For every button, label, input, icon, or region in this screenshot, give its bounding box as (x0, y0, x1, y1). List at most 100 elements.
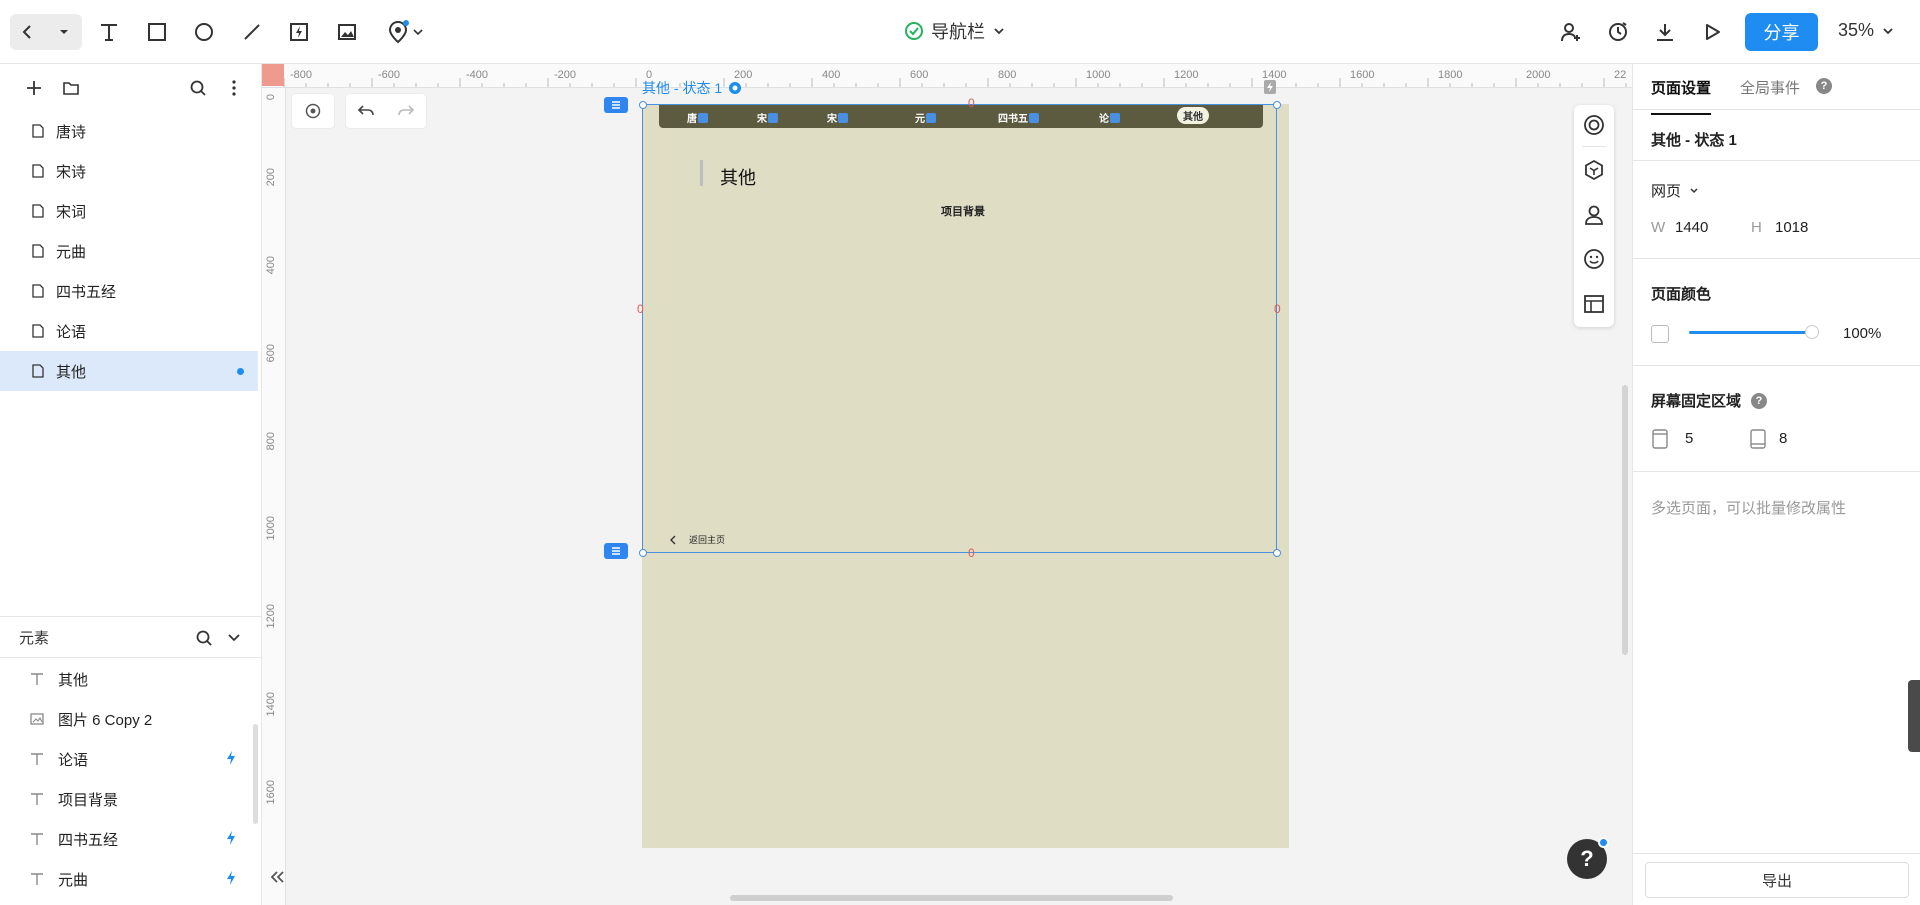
width-input[interactable]: 1440 (1675, 219, 1708, 236)
menu-lines-icon (612, 101, 620, 109)
invite-user-button[interactable] (1559, 20, 1583, 44)
zoom-level: 35% (1838, 20, 1875, 40)
side-widget-handle[interactable] (1908, 680, 1920, 752)
elements-header: 元素 (0, 616, 262, 658)
text-tool-button[interactable] (97, 20, 121, 44)
image-tool-button[interactable] (335, 20, 359, 44)
ellipse-tool-button[interactable] (192, 20, 216, 44)
fixed-area-top-tag[interactable] (604, 97, 628, 113)
help-button[interactable]: ? (1567, 837, 1609, 879)
download-button[interactable] (1653, 20, 1677, 44)
tab-global-events[interactable]: 全局事件 (1740, 77, 1800, 98)
ruler-tick-label: 1000 (1086, 69, 1111, 81)
symbol-library-button[interactable] (1583, 114, 1605, 136)
resize-handle[interactable] (639, 101, 647, 109)
help-mark: ? (1580, 846, 1594, 871)
components-button[interactable] (1583, 159, 1605, 181)
page-item-qita[interactable]: 其他 (0, 351, 258, 391)
page-color-swatch[interactable] (1651, 325, 1669, 343)
element-item[interactable]: 其他 (0, 659, 258, 699)
page-item-songshi[interactable]: 宋诗 (0, 151, 258, 191)
templates-button[interactable] (1583, 293, 1605, 315)
play-icon (1706, 24, 1720, 40)
resize-handle[interactable] (1273, 549, 1281, 557)
element-label: 图片 6 Copy 2 (58, 711, 153, 729)
add-page-button[interactable] (24, 78, 44, 98)
navigation-group (10, 14, 82, 50)
fixed-bottom-input[interactable]: 8 (1779, 430, 1787, 447)
interaction-bolt-icon (227, 831, 235, 845)
spacing-marker: 0 (968, 96, 975, 110)
chevron-down-icon (228, 634, 240, 642)
ruler-corner[interactable] (262, 64, 284, 86)
interaction-tool-button[interactable] (287, 20, 311, 44)
cube-icon (1585, 159, 1603, 181)
frame-label[interactable]: 其他 - 状态 1 (642, 78, 742, 98)
document-title-dropdown[interactable]: 导航栏 (905, 18, 1005, 44)
redo-icon[interactable] (397, 103, 415, 119)
zoom-dropdown[interactable]: 35% (1838, 20, 1894, 41)
share-button[interactable]: 分享 (1745, 13, 1818, 51)
fixed-top-icon (1652, 429, 1668, 449)
more-options-button[interactable] (224, 78, 244, 98)
element-item[interactable]: 四书五经 (0, 819, 258, 859)
help-icon[interactable]: ? (1816, 78, 1832, 94)
document-title: 导航栏 (931, 22, 985, 42)
horizontal-ruler: -800 -600 -400 -200 0 200 400 600 800 10… (262, 64, 1632, 88)
export-button[interactable]: 导出 (1645, 862, 1909, 898)
history-dropdown-button[interactable] (46, 14, 82, 50)
element-item[interactable]: 项目背景 (0, 779, 258, 819)
user-library-button[interactable] (1583, 204, 1605, 226)
opacity-slider[interactable] (1689, 331, 1811, 334)
resize-handle[interactable] (1273, 101, 1281, 109)
page-type-dropdown[interactable]: 网页 (1651, 180, 1699, 201)
page-item-yuanqu[interactable]: 元曲 (0, 231, 258, 271)
search-pages-button[interactable] (188, 78, 208, 98)
opacity-value[interactable]: 100% (1843, 325, 1881, 342)
preview-button[interactable] (1700, 20, 1724, 44)
help-icon[interactable]: ? (1751, 392, 1768, 409)
page-item-tangshi[interactable]: 唐诗 (0, 111, 258, 151)
element-item[interactable]: 元曲 (0, 859, 258, 899)
height-label: H (1751, 219, 1762, 236)
target-button[interactable] (292, 94, 334, 128)
page-icon (32, 124, 44, 138)
annotation-tool-button[interactable] (382, 18, 428, 46)
add-folder-button[interactable] (61, 78, 81, 98)
element-item[interactable]: 论语 (0, 739, 258, 779)
fixed-top-input[interactable]: 5 (1685, 430, 1693, 447)
chevron-down-icon (994, 28, 1004, 35)
collapse-elements-button[interactable] (224, 628, 244, 648)
horizontal-scrollbar[interactable] (730, 895, 1173, 901)
icon-library-button[interactable] (1583, 248, 1605, 270)
divider (1633, 471, 1920, 472)
resize-handle[interactable] (639, 549, 647, 557)
collapse-left-panel-button[interactable] (268, 868, 290, 890)
vertical-scrollbar[interactable] (1622, 385, 1628, 655)
caret-down-icon (60, 30, 68, 34)
height-input[interactable]: 1018 (1775, 219, 1808, 236)
frame-interaction-badge[interactable] (1264, 80, 1276, 94)
element-item[interactable]: 图片 6 Copy 2 (0, 699, 258, 739)
rectangle-tool-button[interactable] (145, 20, 169, 44)
search-elements-button[interactable] (194, 628, 214, 648)
tab-page-settings[interactable]: 页面设置 (1651, 77, 1712, 115)
ruler-tick-label: 200 (265, 168, 277, 187)
history-button[interactable] (1606, 20, 1630, 44)
page-color-title: 页面颜色 (1651, 286, 1712, 303)
page-item-sishuwujing[interactable]: 四书五经 (0, 271, 258, 311)
line-tool-button[interactable] (240, 20, 264, 44)
image-icon (338, 24, 356, 40)
back-button[interactable] (10, 14, 46, 50)
text-type-icon (31, 673, 43, 685)
fixed-area-bottom-tag[interactable] (604, 543, 628, 559)
undo-icon[interactable] (357, 103, 375, 119)
elements-title: 元素 (19, 629, 50, 647)
selected-frame[interactable] (642, 104, 1277, 553)
canvas-tools (292, 94, 426, 128)
opacity-slider-handle[interactable] (1805, 325, 1819, 339)
page-item-songci[interactable]: 宋词 (0, 191, 258, 231)
page-label: 论语 (56, 323, 87, 341)
page-item-lunyu[interactable]: 论语 (0, 311, 258, 351)
elements-scrollbar[interactable] (253, 724, 258, 824)
